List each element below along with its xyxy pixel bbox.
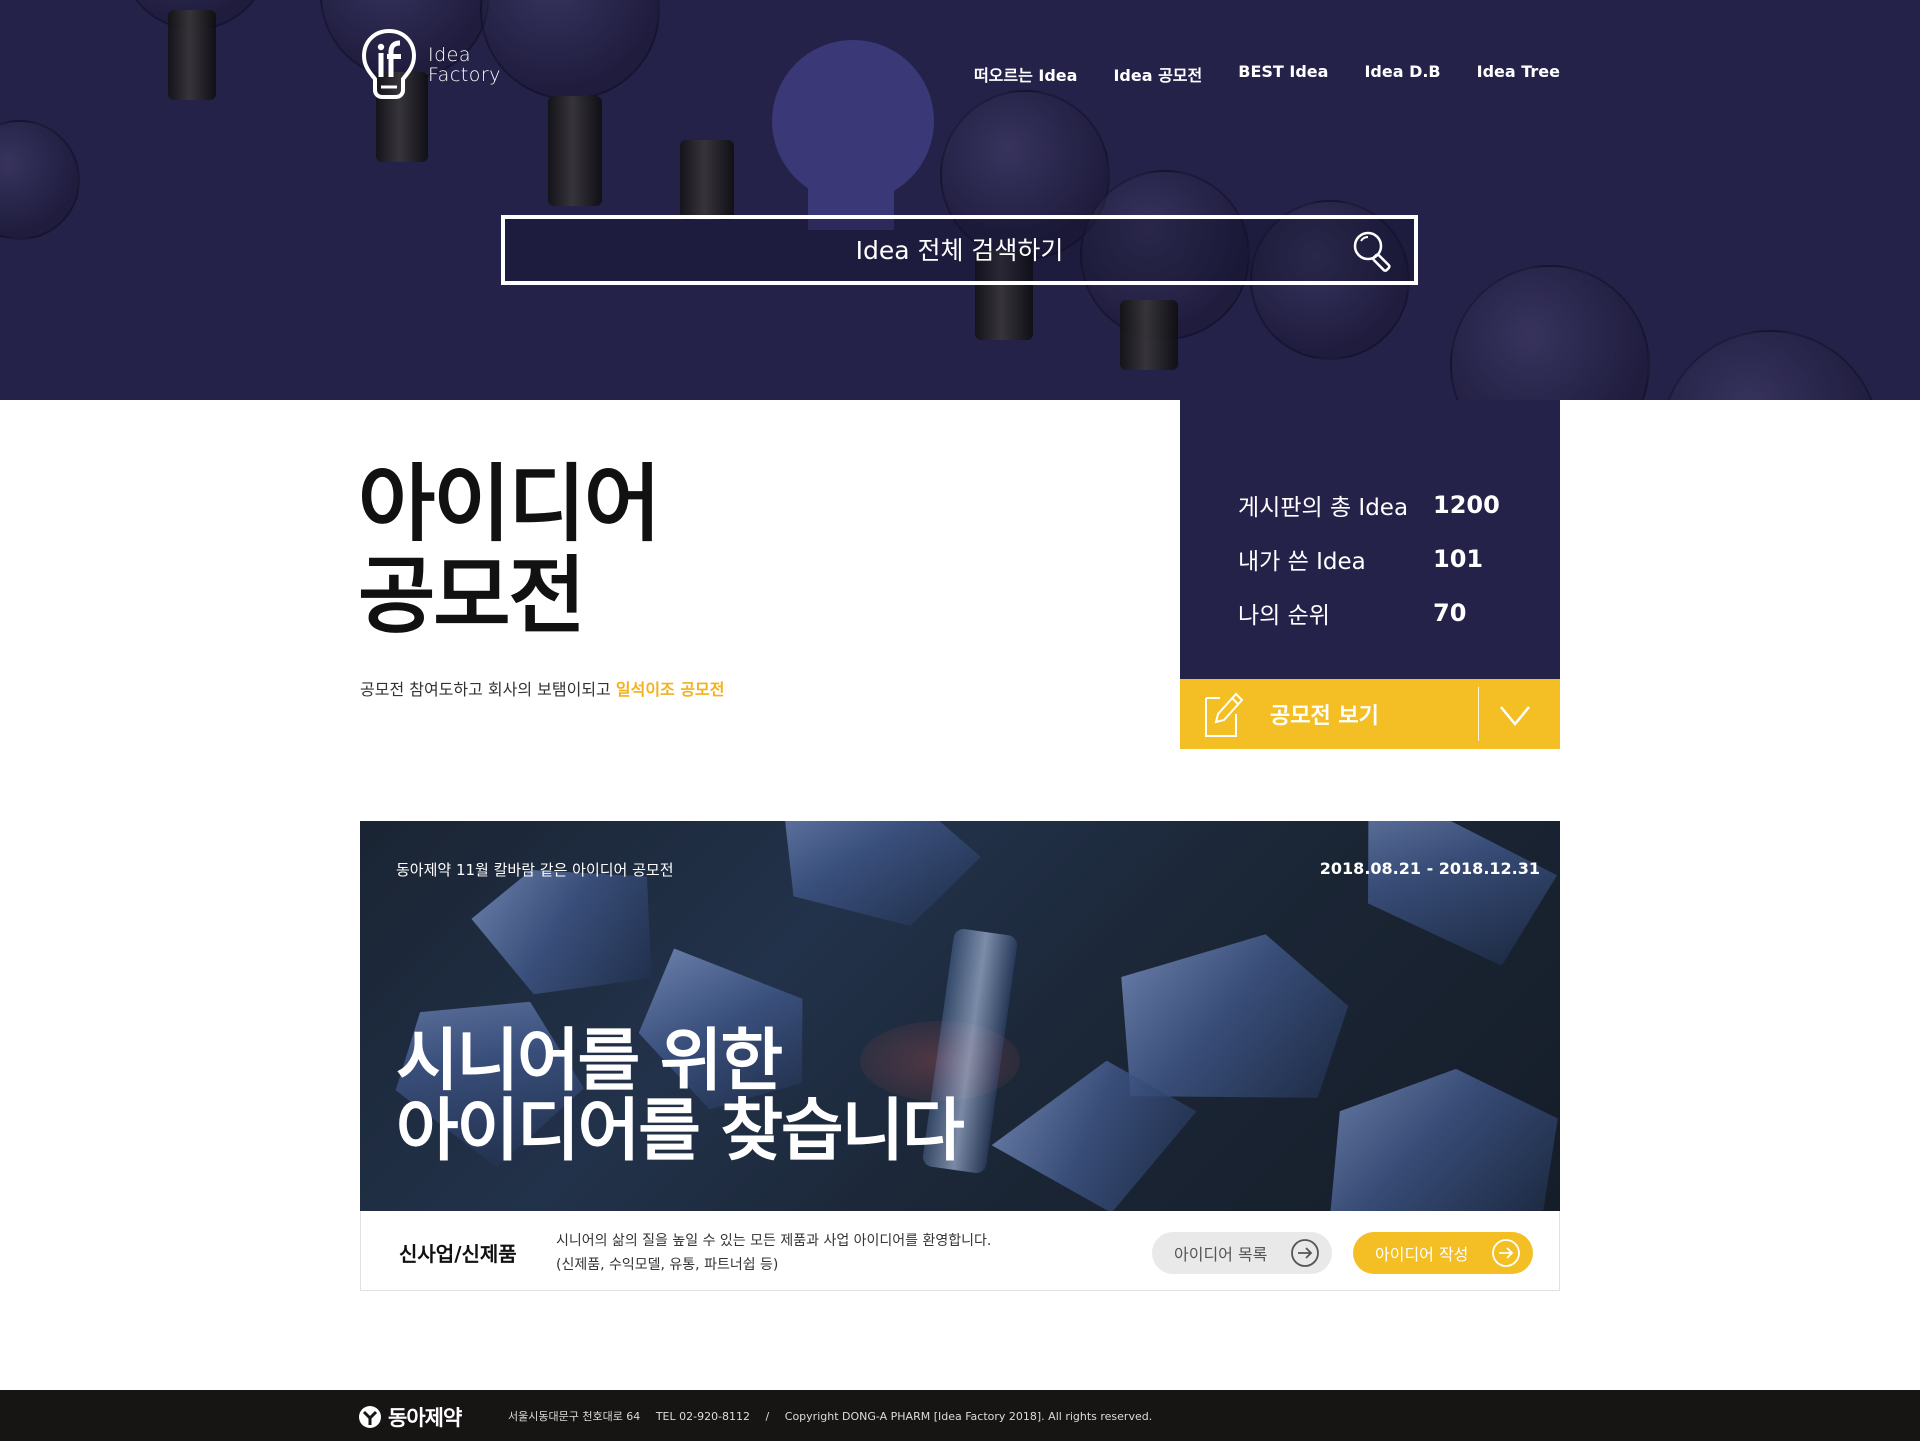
search-box xyxy=(501,215,1418,285)
stat-label: 게시판의 총 Idea xyxy=(1238,495,1409,521)
footer-logo: 동아제약 xyxy=(358,1402,462,1432)
contest-banner[interactable]: 동아제약 11월 칼바람 같은 아이디어 공모전 2018.08.21 - 20… xyxy=(360,821,1560,1211)
logo-text: Idea Factory xyxy=(428,45,501,85)
bulb-decoration xyxy=(480,0,660,100)
footer-separator: / xyxy=(765,1410,770,1423)
contest-card-footer: 신사업/신제품 시니어의 삶의 질을 높일 수 있는 모든 제품과 사업 아이디… xyxy=(360,1211,1560,1291)
contest-headline: 시니어를 위한 아이디어를 찾습니다 xyxy=(396,1022,965,1171)
subtitle-highlight: 일석이조 공모전 xyxy=(615,680,725,699)
logo-text-line1: Idea xyxy=(428,44,471,66)
paper-decoration xyxy=(1324,821,1560,973)
stats-panel: 게시판의 총 Idea 1200 내가 쓴 Idea 101 나의 순위 70 xyxy=(1180,400,1560,680)
footer-address: 서울시동대문구 천호대로 64 xyxy=(508,1410,641,1423)
bulb-decoration xyxy=(680,140,734,220)
idea-list-label: 아이디어 목록 xyxy=(1174,1245,1268,1264)
bulb-decoration xyxy=(0,120,80,240)
logo-text-line2: Factory xyxy=(428,64,501,86)
nav-item-idea-tree[interactable]: Idea Tree xyxy=(1477,62,1560,86)
search-input[interactable] xyxy=(639,235,1280,265)
search-icon[interactable] xyxy=(1350,228,1396,274)
contest-description: 시니어의 삶의 질을 높일 수 있는 모든 제품과 사업 아이디어를 환영합니다… xyxy=(556,1229,991,1277)
bulb-decoration xyxy=(168,10,216,100)
stat-value: 70 xyxy=(1433,599,1467,627)
idea-write-label: 아이디어 작성 xyxy=(1375,1245,1469,1264)
nav-item-idea-db[interactable]: Idea D.B xyxy=(1364,62,1440,86)
view-contest-button[interactable]: 공모전 보기 xyxy=(1180,679,1560,749)
nav-item-idea-contest[interactable]: Idea 공모전 xyxy=(1113,62,1202,86)
footer-tel: TEL 02-920-8112 xyxy=(655,1410,751,1423)
page-subtitle: 공모전 참여도하고 회사의 보탬이되고 일석이조 공모전 xyxy=(360,676,725,700)
page-title: 아이디어 공모전 xyxy=(358,455,661,645)
nav-item-best-idea[interactable]: BEST Idea xyxy=(1238,62,1328,86)
nav-item-rising-idea[interactable]: 떠오르는 Idea xyxy=(974,62,1078,86)
footer-brand: 동아제약 xyxy=(388,1406,462,1430)
contest-category: 신사업/신제품 xyxy=(399,1242,517,1266)
contest-description-line1: 시니어의 삶의 질을 높일 수 있는 모든 제품과 사업 아이디어를 환영합니다… xyxy=(556,1233,992,1249)
contest-date-range: 2018.08.21 - 2018.12.31 xyxy=(1319,859,1540,878)
page-title-line2: 공모전 xyxy=(358,547,586,645)
stat-label: 나의 순위 xyxy=(1238,603,1330,629)
bulb-decoration xyxy=(548,96,602,206)
stat-row-rank: 나의 순위 70 xyxy=(1238,586,1560,640)
logo-bulb-icon xyxy=(361,28,417,99)
hero-banner: Idea Factory 떠오르는 Idea Idea 공모전 BEST Ide… xyxy=(0,0,1920,400)
site-footer: 동아제약 서울시동대문구 천호대로 64 TEL 02-920-8112 / C… xyxy=(0,1390,1920,1441)
contest-kicker: 동아제약 11월 칼바람 같은 아이디어 공모전 xyxy=(396,861,674,879)
contest-headline-line2: 아이디어를 찾습니다 xyxy=(396,1092,965,1171)
bulb-decoration xyxy=(1450,265,1650,400)
page-title-line1: 아이디어 xyxy=(358,455,661,553)
button-divider xyxy=(1478,687,1479,741)
contest-headline-line1: 시니어를 위한 xyxy=(396,1022,783,1101)
idea-write-button[interactable]: 아이디어 작성 xyxy=(1353,1232,1533,1274)
bulb-decoration xyxy=(1660,330,1880,400)
stat-value: 1200 xyxy=(1433,491,1500,519)
contest-description-line2: (신제품, 수익모델, 유통, 파트너쉽 등) xyxy=(556,1257,779,1273)
view-contest-label: 공모전 보기 xyxy=(1270,704,1379,729)
chevron-down-icon[interactable] xyxy=(1498,698,1532,732)
stat-label: 내가 쓴 Idea xyxy=(1238,549,1366,575)
arrow-right-icon xyxy=(1492,1239,1520,1267)
stat-value: 101 xyxy=(1433,545,1484,573)
stat-row-mine: 내가 쓴 Idea 101 xyxy=(1238,532,1560,586)
paper-decoration xyxy=(1313,1059,1560,1211)
stat-row-total: 게시판의 총 Idea 1200 xyxy=(1238,478,1560,532)
footer-info: 서울시동대문구 천호대로 64 TEL 02-920-8112 / Copyri… xyxy=(508,1408,1164,1424)
bulb-decoration xyxy=(1120,300,1178,370)
footer-copyright: Copyright DONG-A PHARM [Idea Factory 201… xyxy=(784,1410,1153,1423)
arrow-right-icon xyxy=(1291,1239,1319,1267)
pencil-icon xyxy=(1205,692,1244,737)
main-nav: 떠오르는 Idea Idea 공모전 BEST Idea Idea D.B Id… xyxy=(974,62,1560,86)
subtitle-text: 공모전 참여도하고 회사의 보탬이되고 xyxy=(360,680,616,699)
idea-list-button[interactable]: 아이디어 목록 xyxy=(1152,1232,1332,1274)
site-logo[interactable]: Idea Factory xyxy=(360,28,501,102)
donga-logo-icon xyxy=(359,1406,381,1428)
paper-decoration xyxy=(772,821,988,934)
